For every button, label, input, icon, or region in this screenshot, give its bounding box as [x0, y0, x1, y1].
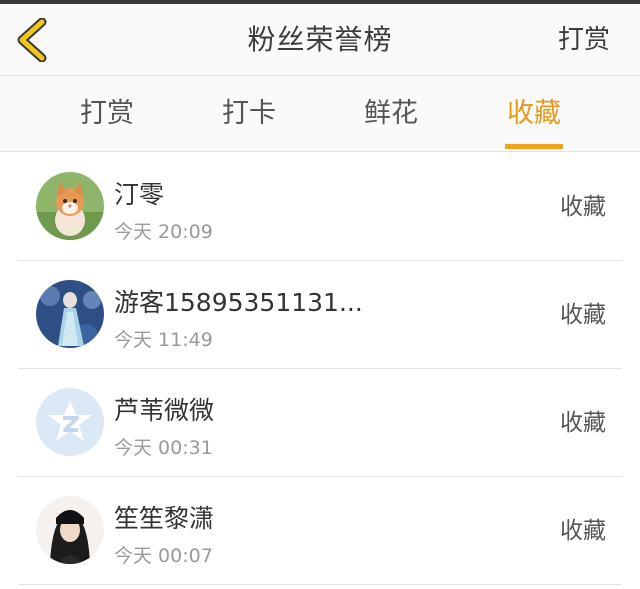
tab-favorites[interactable]: 收藏	[489, 76, 579, 152]
action-label: 收藏	[560, 410, 606, 436]
list-item[interactable]: 笙笙黎潇 今天 00:07 收藏	[0, 477, 640, 585]
fan-list: 汀零 今天 20:09 收藏 游客15895351131... 今天 11:49…	[0, 153, 640, 585]
tab-bar: 打赏 打卡 鲜花 收藏	[0, 76, 640, 152]
action-label: 收藏	[560, 302, 606, 328]
timestamp: 今天 00:07	[114, 545, 213, 567]
avatar[interactable]	[36, 280, 104, 348]
list-item[interactable]: 汀零 今天 20:09 收藏	[0, 153, 640, 261]
tab-reward[interactable]: 打赏	[62, 76, 152, 152]
list-item[interactable]: 游客15895351131... 今天 11:49 收藏	[0, 261, 640, 369]
avatar[interactable]	[36, 172, 104, 240]
timestamp: 今天 11:49	[114, 329, 213, 351]
divider	[18, 584, 622, 585]
avatar[interactable]	[36, 496, 104, 564]
tab-flowers[interactable]: 鲜花	[346, 76, 436, 152]
reward-button[interactable]: 打赏	[558, 4, 610, 76]
action-label: 收藏	[560, 194, 606, 220]
list-item[interactable]: 芦苇微微 今天 00:31 收藏	[0, 369, 640, 477]
timestamp: 今天 00:31	[114, 437, 213, 459]
tab-checkin[interactable]: 打卡	[204, 76, 294, 152]
page-title: 粉丝荣誉榜	[247, 23, 393, 56]
user-name: 游客15895351131...	[114, 288, 363, 317]
user-name: 笙笙黎潇	[114, 504, 215, 533]
app-header: 粉丝荣誉榜 打赏	[0, 4, 640, 76]
avatar[interactable]	[36, 388, 104, 456]
active-tab-indicator	[505, 144, 563, 149]
user-name: 汀零	[114, 180, 165, 209]
action-label: 收藏	[560, 518, 606, 544]
user-name: 芦苇微微	[114, 396, 215, 425]
timestamp: 今天 20:09	[114, 221, 213, 243]
